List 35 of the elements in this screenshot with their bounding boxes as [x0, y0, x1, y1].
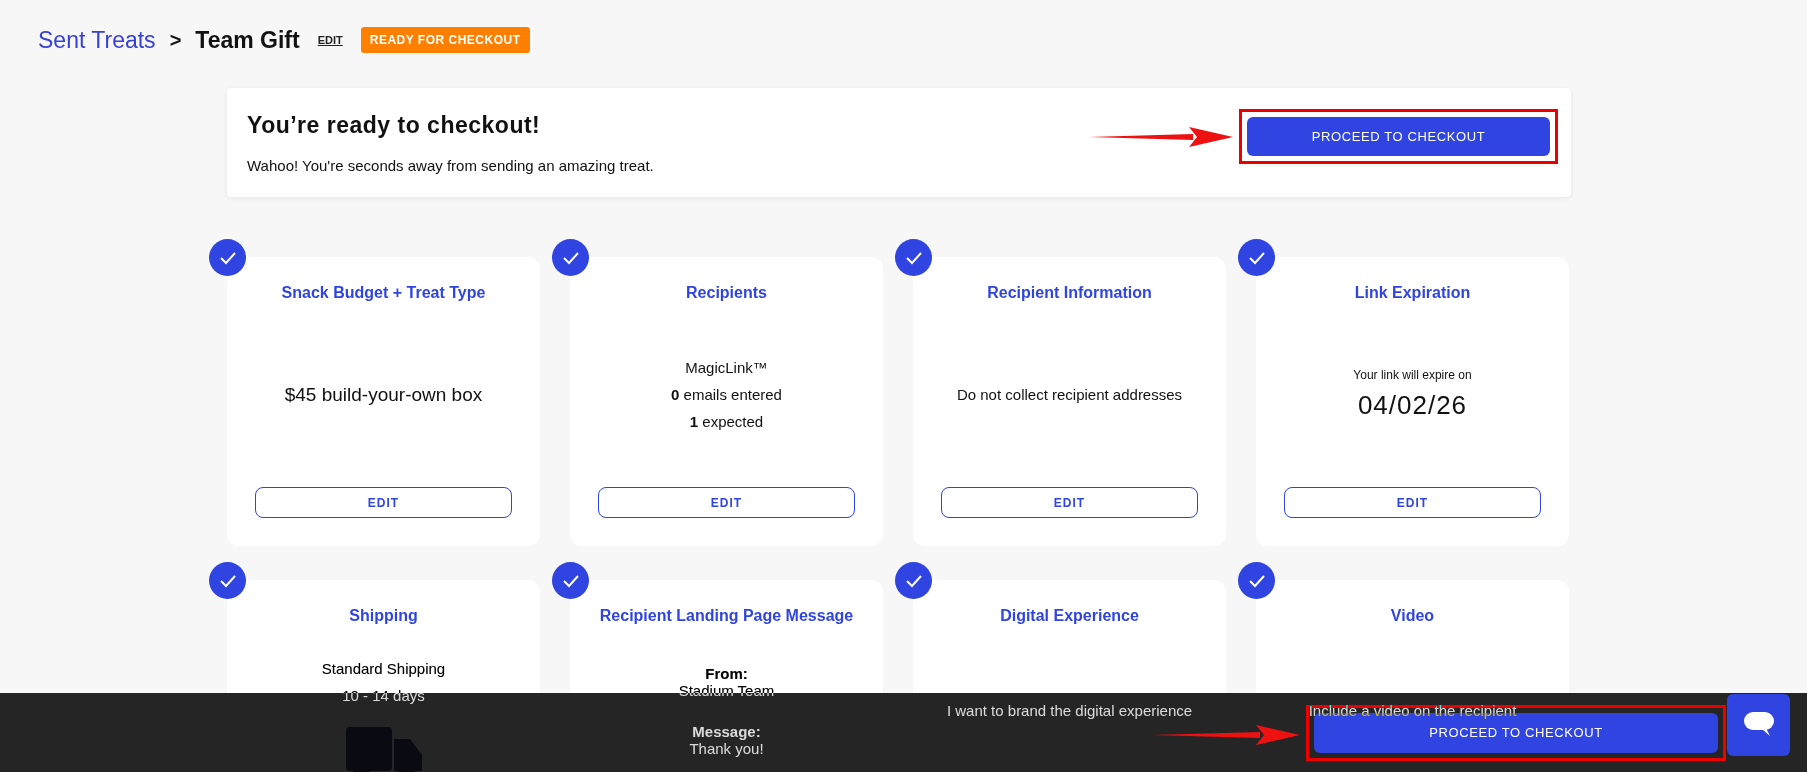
card-text: I want to brand the digital experience: [946, 701, 1193, 721]
status-badge: READY FOR CHECKOUT: [360, 27, 530, 53]
card-text: 0 emails entered: [671, 385, 782, 405]
proceed-to-checkout-button[interactable]: PROCEED TO CHECKOUT: [1247, 117, 1550, 156]
card-text: MagicLink™: [685, 358, 768, 378]
page-title: Team Gift: [195, 26, 300, 54]
card-title: Snack Budget + Treat Type: [281, 284, 486, 302]
card-title: Recipients: [686, 284, 767, 302]
expiry-date: 04/02/26: [1357, 390, 1468, 421]
card-title: Recipient Information: [987, 284, 1152, 302]
edit-button[interactable]: EDIT: [1284, 487, 1541, 518]
breadcrumb-link[interactable]: Sent Treats: [38, 26, 156, 54]
banner-title: You’re ready to checkout!: [247, 111, 542, 139]
card-text: $45 build-your-own box: [284, 383, 483, 406]
message-label: Message:: [691, 723, 762, 740]
edit-button[interactable]: EDIT: [941, 487, 1198, 518]
message-label: From:: [704, 665, 749, 682]
edit-button[interactable]: EDIT: [598, 487, 855, 518]
edit-button[interactable]: EDIT: [255, 487, 512, 518]
message-text: Thank you!: [689, 740, 764, 757]
card-title: Link Expiration: [1354, 284, 1471, 302]
card-title: Video: [1390, 607, 1435, 625]
card-title: Recipient Landing Page Message: [599, 607, 854, 625]
banner-message: Wahoo! You're seconds away from sending an amazing treat.: [247, 156, 654, 174]
breadcrumb-separator: >: [169, 28, 182, 52]
card-title: Digital Experience: [1000, 607, 1139, 625]
chat-button[interactable]: [1727, 694, 1790, 756]
card-text: Do not collect recipient addresses: [956, 385, 1183, 405]
chat-icon: [1743, 712, 1774, 738]
card-text: 1 expected: [689, 412, 764, 432]
card-title: Shipping: [349, 607, 418, 625]
card-text: Your link will expire on: [1353, 368, 1472, 382]
card-text: Standard Shipping: [321, 659, 446, 679]
edit-link[interactable]: EDIT: [317, 34, 343, 46]
truck-icon: [345, 727, 422, 772]
